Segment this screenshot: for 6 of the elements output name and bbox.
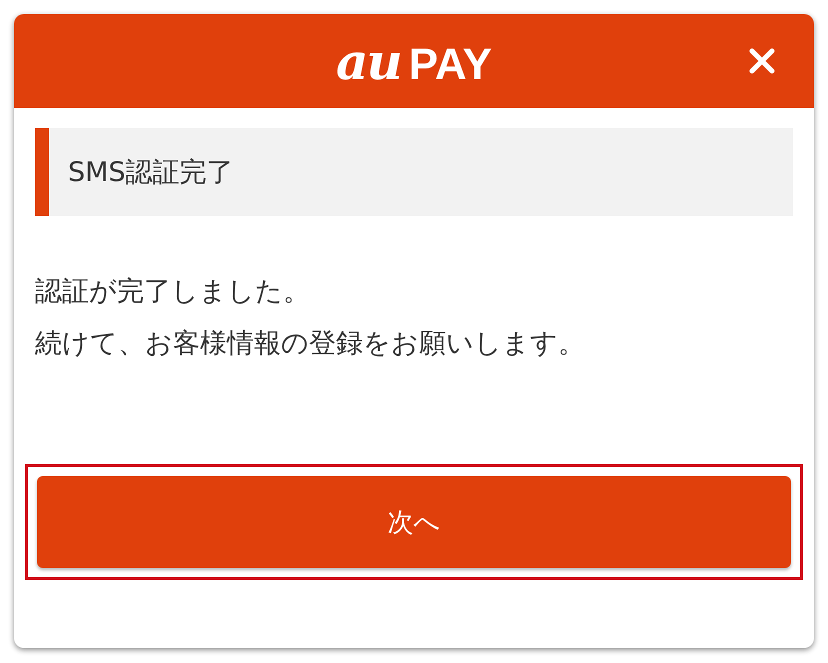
- next-button[interactable]: 次へ: [37, 476, 791, 568]
- logo-text: PAY: [408, 40, 492, 90]
- message-text: 続けて、お客様情報の登録をお願いします。: [35, 327, 586, 361]
- heading-text: SMS認証完了: [68, 156, 234, 190]
- logo-text: au: [336, 32, 401, 90]
- message-text: 認証が完了しました。: [35, 275, 311, 309]
